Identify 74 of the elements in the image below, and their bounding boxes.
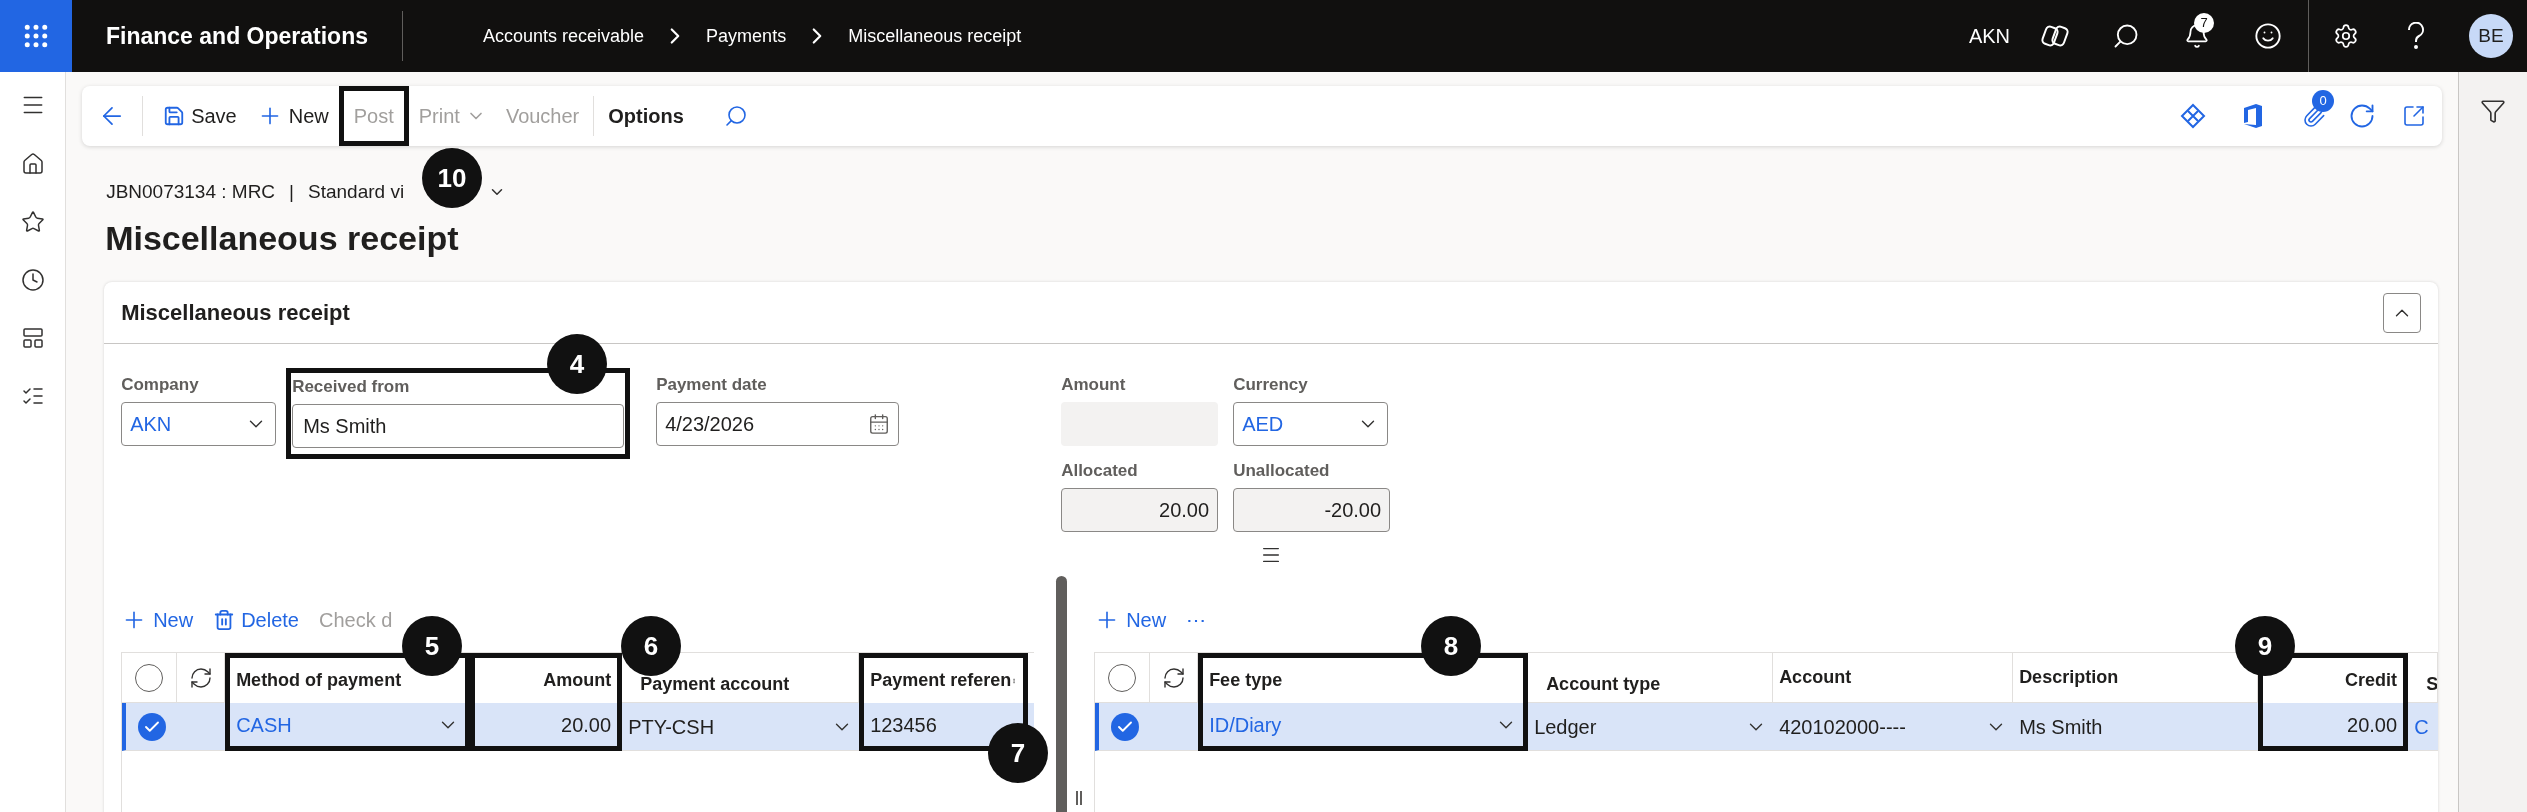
card-title: Miscellaneous receipt [121,299,350,327]
row-checkbox[interactable] [137,712,166,741]
calendar-icon [868,413,891,435]
table-cell-text: Ledger [1534,714,1597,740]
search-icon[interactable] [2112,22,2140,50]
attachment-count-badge: 0 [2312,90,2335,112]
column-header[interactable]: Description [2019,664,2119,691]
table-cell-text: 20.00 [2347,712,2398,738]
column-header[interactable]: Fee type [1209,667,1283,694]
app-title: Finance and Operations [105,21,369,51]
avatar[interactable]: BE [2469,14,2513,58]
office-icon[interactable] [2242,102,2265,130]
field-label: Received from [292,376,411,398]
separator: | [289,179,295,204]
field-label: Unallocated [1233,460,1331,482]
dropdown-field[interactable]: AKN [121,402,277,446]
open-in-new-window-icon[interactable] [2402,104,2427,128]
refresh-icon[interactable] [188,665,213,690]
notification-badge: 7 [2194,13,2214,33]
trash-icon [213,609,236,631]
table-cell-text: 20.00 [561,712,612,738]
grid-toolbar-button[interactable]: ⋯ [1186,600,1207,640]
field-label: Amount [1061,374,1127,396]
grid-toolbar-button[interactable]: New [121,600,194,640]
breadcrumb-link[interactable]: Payments [706,22,787,50]
readonly-field: -20.00 [1233,488,1391,532]
callout-number: 10 [422,148,482,208]
breadcrumb-link[interactable]: Accounts receivable [483,22,645,50]
scrollbar[interactable] [1056,576,1068,812]
readonly-field: 20.00 [1061,488,1219,532]
breadcrumb-link[interactable]: Miscellaneous receipt [848,22,1022,50]
toolbar-button[interactable]: New [246,94,339,138]
company-label[interactable]: AKN [1968,21,2010,51]
column-header[interactable]: Account [1779,664,1852,691]
table-cell-text: 123456 [870,712,937,738]
grid-row[interactable]: ID/Diary Ledger 420102000---- Ms Smith 20.00 C [1095,703,2439,751]
column-header[interactable]: S [2426,671,2438,698]
table-cell-text: CASH [236,712,292,738]
star-icon[interactable] [20,210,45,234]
diamond-icon[interactable] [2180,103,2207,129]
refresh-icon[interactable] [1161,665,1186,690]
input-field[interactable]: Ms Smith [292,404,625,448]
smiley-icon[interactable] [2254,22,2282,50]
workspace-icon[interactable] [20,326,45,350]
settings-icon[interactable] [2333,23,2359,49]
table-cell-text: PTY-CSH [628,714,715,740]
resize-grip-icon[interactable] [1076,791,1083,805]
home-icon[interactable] [20,152,45,176]
table-cell-text: ID/Diary [1209,712,1282,738]
grid-toolbar-button[interactable]: Delete [213,600,299,640]
grid-toolbar-button[interactable]: New [1094,600,1167,640]
row-checkbox[interactable] [1110,712,1139,741]
help-icon[interactable] [2407,22,2425,50]
field-label: Company [121,374,200,396]
filter-icon[interactable] [2480,98,2507,124]
page-title: Miscellaneous receipt [104,218,460,259]
save-icon [163,105,186,127]
date-field[interactable]: 4/23/2026 [656,402,900,446]
column-header[interactable]: Credit [2345,667,2398,694]
field-label: Allocated [1061,460,1139,482]
clock-icon[interactable] [20,268,45,292]
field-label: Payment date [656,374,768,396]
field-label: Currency [1233,374,1309,396]
table-cell-text: Ms Smith [2019,714,2103,740]
record-caption: JBN0073134 : MRC [106,179,276,204]
column-header[interactable]: Account type [1546,671,1661,698]
collapse-button[interactable] [2383,292,2422,333]
view-selector[interactable]: Standard vi [308,177,405,207]
toolbar-button[interactable]: Save [153,94,247,138]
table-cell-text: 420102000---- [1779,714,1906,740]
dropdown-field[interactable]: AED [1233,402,1389,446]
toolbar-button[interactable]: Options [598,94,694,138]
table-cell-text: C [2414,714,2429,740]
app-launcher-button[interactable] [0,0,72,72]
